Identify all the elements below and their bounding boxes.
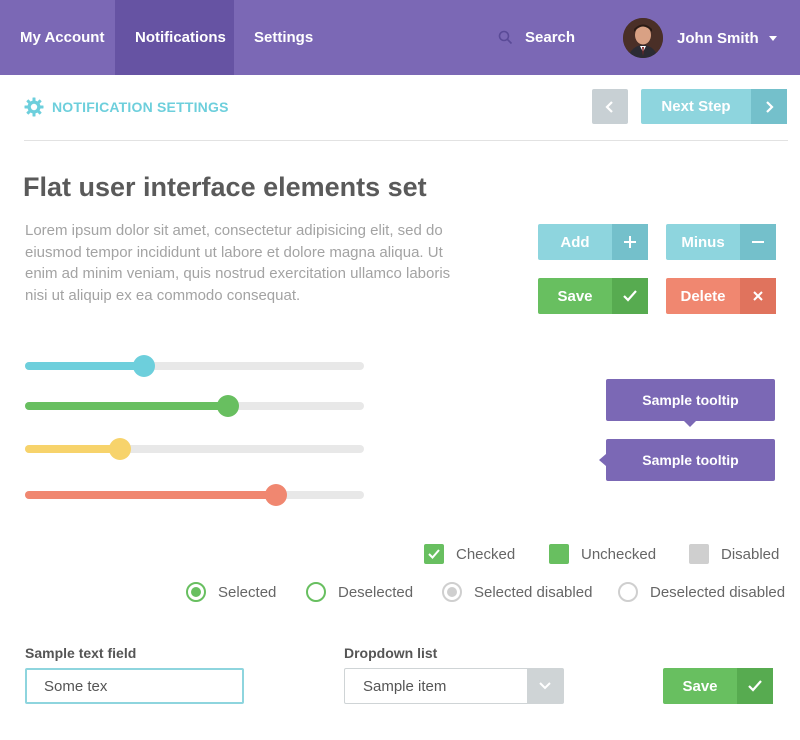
save-button[interactable]: Save bbox=[538, 278, 648, 314]
close-icon bbox=[740, 278, 776, 314]
user-avatar[interactable] bbox=[623, 18, 663, 58]
user-name: John Smith bbox=[677, 29, 759, 47]
checkmark-icon bbox=[612, 278, 648, 314]
checkbox-disabled: Disabled bbox=[689, 544, 779, 564]
checkbox-box bbox=[689, 544, 709, 564]
sample-text-field[interactable] bbox=[25, 668, 244, 704]
chevron-right-icon bbox=[751, 89, 787, 124]
top-nav: My Account Notifications Settings Search… bbox=[0, 0, 800, 75]
minus-icon bbox=[740, 224, 776, 260]
checkmark-icon bbox=[428, 549, 440, 559]
radio-circle bbox=[618, 582, 638, 602]
slider-fill bbox=[25, 445, 120, 453]
divider bbox=[24, 140, 788, 141]
minus-button[interactable]: Minus bbox=[666, 224, 776, 260]
slider-blue[interactable] bbox=[25, 355, 364, 377]
add-button[interactable]: Add bbox=[538, 224, 648, 260]
checkbox-box[interactable] bbox=[424, 544, 444, 564]
description-text: Lorem ipsum dolor sit amet, consectetur … bbox=[25, 222, 451, 304]
tooltip-left-arrow: Sample tooltip bbox=[599, 439, 775, 481]
radio-circle bbox=[442, 582, 462, 602]
search-button[interactable]: Search bbox=[498, 0, 575, 75]
save-button-label: Save bbox=[557, 287, 593, 305]
radio-deselected[interactable]: Deselected bbox=[306, 582, 413, 602]
search-label: Search bbox=[525, 29, 576, 46]
plus-icon bbox=[612, 224, 648, 260]
dropdown-selected-value: Sample item bbox=[363, 677, 447, 695]
radio-deselected-disabled: Deselected disabled bbox=[618, 582, 785, 602]
search-icon bbox=[498, 30, 513, 45]
tooltip-bottom-arrow: Sample tooltip bbox=[606, 379, 775, 427]
slider-yellow[interactable] bbox=[25, 438, 364, 460]
dropdown-list[interactable]: Sample item bbox=[344, 668, 564, 704]
slider-green[interactable] bbox=[25, 395, 364, 417]
radio-circle[interactable] bbox=[186, 582, 206, 602]
user-menu[interactable]: John Smith bbox=[623, 18, 777, 58]
next-step-button[interactable]: Next Step bbox=[641, 89, 787, 124]
nav-item-settings[interactable]: Settings bbox=[234, 0, 329, 75]
chevron-left-icon bbox=[605, 100, 613, 113]
add-button-label: Add bbox=[560, 233, 590, 251]
form-save-label: Save bbox=[682, 677, 718, 695]
form-save-button[interactable]: Save bbox=[663, 668, 773, 704]
radio-selected[interactable]: Selected bbox=[186, 582, 276, 602]
radio-label: Deselected bbox=[338, 583, 414, 601]
delete-button-label: Delete bbox=[680, 287, 726, 305]
checkbox-checked[interactable]: Checked bbox=[424, 544, 515, 564]
radio-label: Selected disabled bbox=[474, 583, 593, 601]
section-header: NOTIFICATION SETTINGS bbox=[24, 97, 229, 117]
delete-button[interactable]: Delete bbox=[666, 278, 776, 314]
slider-handle[interactable] bbox=[217, 395, 240, 417]
caret-down-icon[interactable] bbox=[768, 35, 777, 41]
checkbox-label: Disabled bbox=[721, 545, 780, 563]
gear-icon bbox=[24, 97, 44, 117]
checkbox-box[interactable] bbox=[549, 544, 569, 564]
checkmark-icon bbox=[737, 668, 773, 704]
radio-label: Selected bbox=[218, 583, 277, 601]
section-title: NOTIFICATION SETTINGS bbox=[52, 99, 229, 115]
page-title: Flat user interface elements set bbox=[23, 172, 427, 202]
chevron-down-icon[interactable] bbox=[527, 669, 563, 703]
dropdown-label: Dropdown list bbox=[344, 645, 438, 661]
slider-fill bbox=[25, 362, 144, 370]
next-step-label: Next Step bbox=[661, 98, 731, 115]
slider-red[interactable] bbox=[25, 484, 364, 506]
slider-fill bbox=[25, 491, 276, 499]
radio-selected-disabled: Selected disabled bbox=[442, 582, 592, 602]
text-field-label: Sample text field bbox=[25, 645, 137, 661]
nav-item-my-account[interactable]: My Account bbox=[0, 0, 115, 75]
nav-item-notifications[interactable]: Notifications bbox=[115, 0, 234, 75]
checkbox-unchecked[interactable]: Unchecked bbox=[549, 544, 656, 564]
slider-handle[interactable] bbox=[132, 355, 155, 377]
radio-label: Deselected disabled bbox=[650, 583, 786, 601]
slider-fill bbox=[25, 402, 229, 410]
prev-step-button[interactable] bbox=[592, 89, 628, 124]
slider-handle[interactable] bbox=[264, 484, 287, 506]
checkbox-label: Checked bbox=[456, 545, 516, 563]
minus-button-label: Minus bbox=[681, 233, 725, 251]
checkbox-label: Unchecked bbox=[581, 545, 657, 563]
slider-handle[interactable] bbox=[108, 438, 131, 460]
radio-circle[interactable] bbox=[306, 582, 326, 602]
